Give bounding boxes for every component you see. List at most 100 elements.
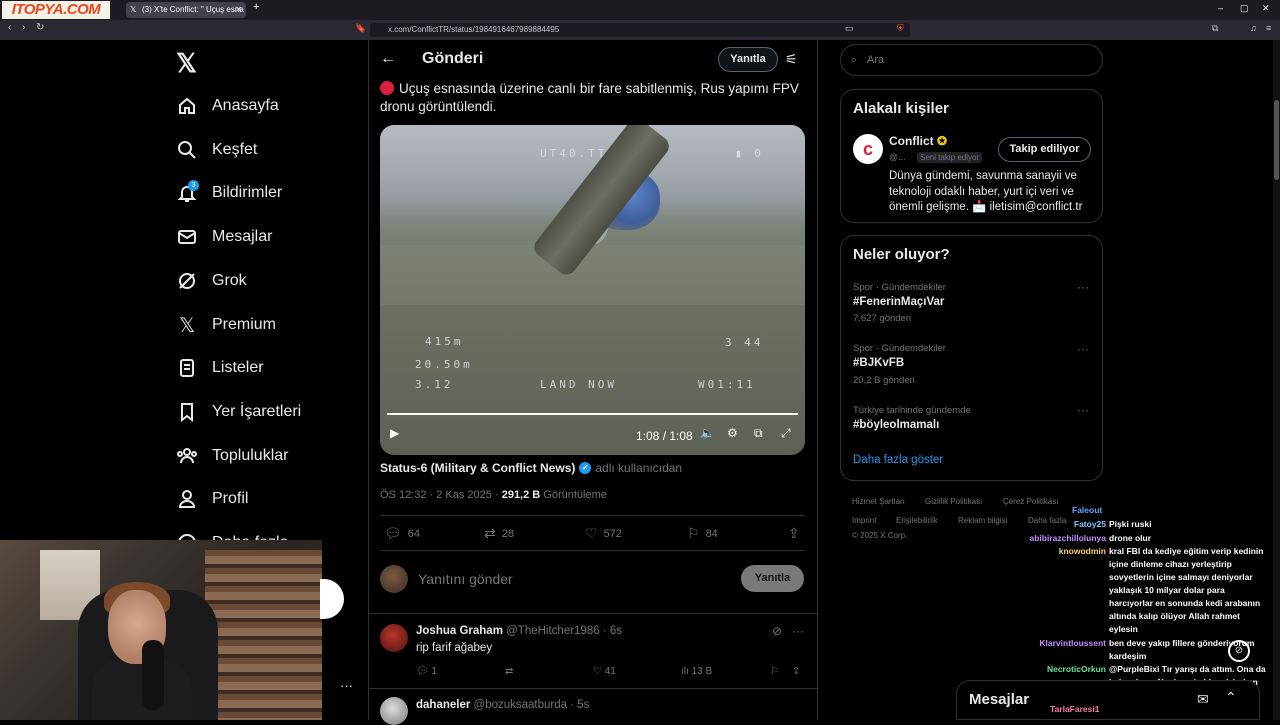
show-more-link[interactable]: Daha fazla göster <box>853 454 943 466</box>
back-arrow-icon[interactable]: ← <box>380 50 396 68</box>
minimize-icon[interactable]: – <box>1218 3 1223 13</box>
related-name[interactable]: Conflict ✪ <box>889 134 947 148</box>
address-bar[interactable]: x.com/ConflictTR/status/1984916467989884… <box>370 23 910 37</box>
reader-icon[interactable]: ▭ <box>845 23 854 34</box>
reply-bookmark-icon[interactable]: ⚐ <box>770 666 779 677</box>
following-button[interactable]: Takip ediliyor <box>998 137 1091 162</box>
browser-tab[interactable]: 𝕏 (3) X'te Conflict: " Uçuş esna ✕ <box>126 2 246 18</box>
grok-icon[interactable]: ⊘ <box>772 624 782 638</box>
play-icon[interactable]: ▶ <box>390 426 399 440</box>
picture-in-picture-icon[interactable]: ⧉ <box>754 426 763 441</box>
column-divider <box>817 40 818 720</box>
reply-author-name: dahaneler <box>416 699 471 711</box>
divider <box>380 515 805 516</box>
reply-count-button[interactable]: 💬︎ 64 <box>384 525 420 542</box>
scrollbar-thumb[interactable] <box>1274 100 1279 180</box>
footer-link[interactable]: Çerez Politikası <box>1003 497 1059 506</box>
reply-author[interactable]: Joshua Graham @TheHitcher1986 · 6s <box>416 625 622 637</box>
nav-home[interactable]: Anasayfa <box>176 91 279 121</box>
avatar[interactable] <box>380 565 408 593</box>
grok-floating-icon[interactable]: ⊘ <box>1228 640 1250 662</box>
post-time: ÖS 12:32 · 2 Kas 2025 · <box>380 489 499 501</box>
nav-messages[interactable]: Mesajlar <box>176 222 272 252</box>
nav-label: Keşfet <box>212 141 258 158</box>
header-reply-button[interactable]: Yanıtla <box>718 47 778 72</box>
search-input[interactable]: ⌕ Ara <box>840 44 1103 76</box>
nav-communities[interactable]: Topluluklar <box>176 441 288 471</box>
footer-link[interactable]: Imprint <box>852 516 876 525</box>
reply-views[interactable]: ılı 13 B <box>681 666 712 677</box>
new-message-icon[interactable]: ✉ <box>1197 691 1209 708</box>
reply-replies[interactable]: 💬︎ 1 <box>416 666 437 677</box>
nav-explore[interactable]: Keşfet <box>176 135 257 165</box>
osd-altitude: 415m <box>425 335 464 348</box>
nav-lists[interactable]: Listeler <box>176 353 264 383</box>
reply-repost[interactable]: ⇄ <box>505 666 513 677</box>
footer-link[interactable]: Hizmet Şartları <box>852 497 905 506</box>
reply-like[interactable]: ♡ 41 <box>593 666 616 677</box>
like-count-button[interactable]: ♡ 572 <box>585 525 622 542</box>
x-logo-icon[interactable]: 𝕏 <box>176 48 197 79</box>
x-favicon-icon: 𝕏 <box>130 5 137 14</box>
bookmark-page-icon[interactable]: 🔖 <box>355 23 366 34</box>
reply-share-icon[interactable]: ⇪ <box>792 666 800 677</box>
video-time: 1:08 / 1:08 <box>636 429 693 443</box>
trend-name[interactable]: #böyleolmamalı <box>853 419 939 431</box>
scrollbar[interactable] <box>1273 40 1280 720</box>
reply-input[interactable]: Yanıtını gönder <box>418 571 513 587</box>
account-more-icon[interactable]: ··· <box>340 678 353 693</box>
chat-user: Fatoy25 <box>1073 519 1106 529</box>
post-author[interactable]: Status-6 (Military & Conflict News) ✓ adlı… <box>380 461 682 475</box>
extensions-icon[interactable]: ⧉ <box>1212 23 1218 34</box>
settings-sliders-icon[interactable]: ⚟ <box>785 51 798 68</box>
fullscreen-icon[interactable]: ⤢ <box>781 426 791 441</box>
reply-submit-button[interactable]: Yanıtla <box>741 565 804 592</box>
new-tab-icon[interactable]: + <box>253 1 259 13</box>
maximize-icon[interactable]: ▢ <box>1240 3 1249 14</box>
close-window-icon[interactable]: ✕ <box>1262 3 1270 14</box>
video-player[interactable]: UT40.TT ▮ 0 415m 20.50m 3.12 LAND NOW W0… <box>380 125 805 455</box>
trend-more-icon[interactable]: ··· <box>1077 342 1089 356</box>
bookmark-count-button[interactable]: ⚐ 84 <box>687 525 718 542</box>
chat-message: drone olur <box>1109 533 1152 543</box>
author-via: adlı kullanıcıdan <box>595 461 683 475</box>
avatar[interactable]: c <box>853 134 883 164</box>
trend-more-icon[interactable]: ··· <box>1077 280 1089 294</box>
messages-drawer[interactable]: Mesajlar ✉ ⌃ <box>956 680 1260 720</box>
video-progress-bar[interactable] <box>387 413 798 415</box>
nav-label: Premium <box>212 316 277 333</box>
brave-shield-icon[interactable]: ⛨ <box>897 23 904 34</box>
video-settings-icon[interactable]: ⚙ <box>727 426 738 440</box>
reload-icon[interactable]: ↻ <box>36 22 44 33</box>
divider <box>369 688 817 689</box>
views-label: Görüntüleme <box>543 489 607 501</box>
footer-link[interactable]: Gizlilik Politikası <box>925 497 982 506</box>
back-nav-icon[interactable]: ‹ <box>8 22 11 33</box>
nav-label: Listeler <box>212 359 264 376</box>
avatar[interactable] <box>380 624 408 652</box>
post-button-partial[interactable] <box>320 579 344 619</box>
copyright: © 2025 X Corp. <box>852 531 908 540</box>
trend-more-icon[interactable]: ··· <box>1077 403 1089 417</box>
nav-profile[interactable]: Profil <box>176 484 248 514</box>
more-options-icon[interactable]: ··· <box>792 624 804 638</box>
repost-count-button[interactable]: ⇄ 28 <box>484 525 514 542</box>
nav-premium[interactable]: 𝕏 Premium <box>176 310 276 340</box>
footer-link[interactable]: Reklam bilgisi <box>958 516 1007 525</box>
expand-icon[interactable]: ⌃ <box>1225 689 1237 706</box>
volume-icon[interactable]: 🔈 <box>700 426 715 440</box>
nav-bookmarks[interactable]: Yer İşaretleri <box>176 397 301 427</box>
menu-icon[interactable]: ≡ <box>1266 23 1271 33</box>
related-title: Alakalı kişiler <box>853 100 949 117</box>
music-icon[interactable]: ♫ <box>1250 23 1257 33</box>
close-tab-icon[interactable]: ✕ <box>235 2 242 18</box>
nav-grok[interactable]: Grok <box>176 266 247 296</box>
trend-name[interactable]: #BJKvFB <box>853 357 904 369</box>
footer-link[interactable]: Erişilebilirlik <box>896 516 938 525</box>
reply-author[interactable]: dahaneler @bozuksaatburda · 5s <box>416 699 589 711</box>
share-button[interactable]: ⇪ <box>788 525 806 542</box>
forward-nav-icon[interactable]: › <box>22 22 25 33</box>
footer-link[interactable]: Daha fazla <box>1028 516 1066 525</box>
trend-name[interactable]: #FenerinMaçıVar <box>853 296 944 308</box>
avatar[interactable] <box>380 697 408 725</box>
